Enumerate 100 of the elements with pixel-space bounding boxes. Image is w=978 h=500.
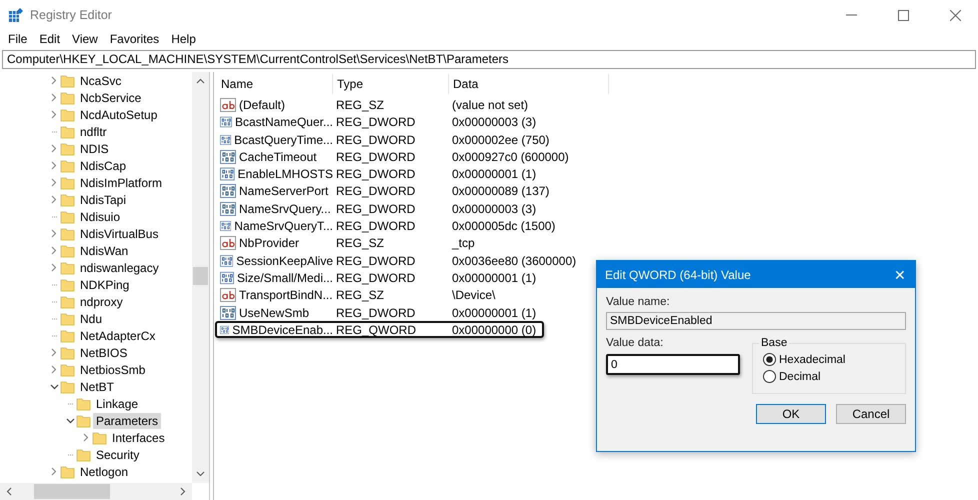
tree-item[interactable]: NetBIOS	[77, 344, 130, 360]
dialog-button[interactable]: OK	[756, 404, 826, 424]
scrollbar-thumb[interactable]	[34, 484, 110, 499]
binary-value-icon	[220, 306, 236, 320]
field-label: Value data:	[606, 337, 664, 349]
value-data-field[interactable]: 0	[606, 354, 740, 375]
radio-label[interactable]: Hexadecimal	[779, 354, 846, 366]
value-row[interactable]: NameSrvQuery... REG_DWORD 0x00000003 (3)	[215, 200, 544, 218]
value-data: 0x00000003 (3)	[451, 115, 536, 130]
binary-value-icon	[220, 270, 234, 285]
tree-item[interactable]: Linkage	[93, 396, 142, 412]
minimize-icon[interactable]	[846, 14, 856, 16]
folder-icon	[76, 448, 91, 462]
value-data: (value not set)	[451, 98, 528, 112]
column-header[interactable]: Name	[217, 74, 333, 94]
value-row[interactable]: (Default) REG_SZ (value not set)	[215, 96, 536, 114]
value-type: REG_DWORD	[335, 132, 416, 147]
tree-item[interactable]: NcdAutoSetup	[77, 106, 160, 122]
dialog-button[interactable]: Cancel	[836, 404, 906, 424]
tree-item[interactable]: Ndu	[77, 310, 106, 326]
folder-icon	[60, 294, 75, 308]
tree-item[interactable]: NdisWan	[77, 242, 132, 258]
chevron-down-icon[interactable]	[66, 418, 74, 424]
value-row[interactable]: BcastQueryTime... REG_DWORD 0x000002ee (750)	[215, 130, 558, 148]
tree-item[interactable]: NdisImPlatform	[77, 174, 166, 190]
address-bar[interactable]: Computer\HKEY_LOCAL_MACHINE\SYSTEM\CurrentControlSet\Services\NetBT\Parameters	[2, 50, 976, 69]
value-name: SMBDeviceEnab...	[217, 322, 333, 337]
scroll-left-icon[interactable]	[6, 487, 12, 496]
binary-value-icon	[220, 254, 234, 268]
value-row[interactable]: Size/Small/Medi... REG_DWORD 0x00000001 (1)	[215, 268, 544, 286]
tree-item[interactable]: NDKPing	[77, 276, 132, 292]
scroll-right-icon[interactable]	[180, 487, 186, 496]
value-data: 0x00000001 (1)	[451, 306, 536, 320]
tree-item[interactable]: NdisVirtualBus	[77, 226, 162, 242]
value-row[interactable]: SessionKeepAlive REG_DWORD 0x0036ee80 (3600000)	[215, 252, 584, 269]
radio-label[interactable]: Decimal	[779, 370, 821, 382]
value-type: REG_SZ	[335, 98, 386, 112]
tree-item[interactable]: ndiswanlegacy	[77, 260, 162, 276]
menu-item[interactable]: Favorites	[104, 30, 166, 49]
tree-item[interactable]: NdisCap	[77, 158, 130, 174]
value-type: REG_QWORD	[335, 322, 418, 337]
menu-item[interactable]: Edit	[33, 30, 66, 49]
value-type: REG_DWORD	[335, 254, 416, 268]
value-data: \Device\	[451, 288, 496, 302]
maximize-icon[interactable]	[898, 10, 908, 20]
value-row[interactable]: EnableLMHOSTS REG_DWORD 0x00000001 (1)	[215, 165, 544, 182]
tree-item[interactable]: Netlogon	[77, 464, 132, 480]
radio-button[interactable]	[763, 353, 776, 366]
tree-item[interactable]: NetbiosSmb	[77, 362, 148, 378]
tree-item[interactable]: ndproxy	[77, 294, 126, 310]
value-row[interactable]: NameSrvQueryT... REG_DWORD 0x000005dc (1500)	[215, 217, 564, 234]
scrollbar-thumb[interactable]	[193, 267, 208, 285]
folder-icon	[76, 414, 91, 428]
value-name: BcastNameQuer...	[217, 115, 333, 130]
tree-item[interactable]: NetBT	[77, 378, 118, 394]
menu-item[interactable]: View	[66, 30, 104, 49]
value-row[interactable]: TransportBindN... REG_SZ \Device\	[215, 286, 504, 304]
value-row[interactable]: SMBDeviceEnab... REG_QWORD 0x00000000 (0)	[215, 320, 544, 338]
tree-item[interactable]: NDIS	[77, 140, 112, 156]
tree-item[interactable]: NcaSvc	[77, 72, 124, 88]
folder-icon	[60, 158, 75, 172]
value-data: _tcp	[450, 236, 475, 250]
value-row[interactable]: BcastNameQuer... REG_DWORD 0x00000003 (3)	[215, 113, 544, 131]
value-row[interactable]: NameServerPort REG_DWORD 0x00000089 (137)	[215, 182, 558, 200]
folder-icon	[60, 346, 75, 360]
folder-icon	[60, 380, 75, 394]
radio-button[interactable]	[763, 370, 776, 383]
value-row[interactable]: CacheTimeout REG_DWORD 0x000927c0 (600000)	[215, 148, 577, 166]
tree-item[interactable]: Parameters	[93, 412, 162, 428]
tree-item[interactable]: ndfltr	[77, 124, 110, 140]
tree-item[interactable]: NcbService	[77, 90, 144, 106]
menu-item[interactable]: Help	[165, 30, 202, 49]
tree-item[interactable]: NetAdapterCx	[77, 328, 158, 344]
chevron-down-icon[interactable]	[50, 384, 58, 390]
close-button[interactable]: ✕	[885, 266, 915, 282]
close-icon[interactable]	[950, 10, 960, 20]
menu-item[interactable]: File	[2, 30, 34, 49]
vertical-scrollbar[interactable]	[192, 72, 209, 483]
value-name-field[interactable]: SMBDeviceEnabled	[606, 312, 906, 330]
tree-item[interactable]: NdisTapi	[77, 192, 130, 208]
folder-icon	[60, 312, 75, 326]
folder-icon	[60, 90, 75, 104]
horizontal-scrollbar[interactable]	[0, 483, 192, 500]
string-value-icon	[220, 236, 236, 250]
value-data: 0x00000089 (137)	[451, 184, 550, 198]
tree-item[interactable]: Security	[93, 446, 142, 462]
tree-item[interactable]: Interfaces	[109, 430, 168, 446]
scroll-down-icon[interactable]	[196, 471, 205, 477]
folder-icon	[92, 430, 107, 444]
folder-icon	[60, 260, 75, 274]
column-header[interactable]: Type	[333, 74, 449, 94]
value-data: 0x00000003 (3)	[451, 202, 536, 216]
tree-item[interactable]: Ndisuio	[77, 208, 124, 224]
chevron-right-icon[interactable]	[83, 433, 89, 442]
value-row[interactable]: NbProvider REG_SZ _tcp	[215, 234, 483, 252]
column-header[interactable]: Data	[449, 74, 609, 94]
value-name: BcastQueryTime...	[217, 132, 333, 147]
chevron-right-icon[interactable]	[51, 467, 57, 476]
scroll-up-icon[interactable]	[196, 78, 205, 84]
value-row[interactable]: UseNewSmb REG_DWORD 0x00000001 (1)	[215, 304, 544, 321]
